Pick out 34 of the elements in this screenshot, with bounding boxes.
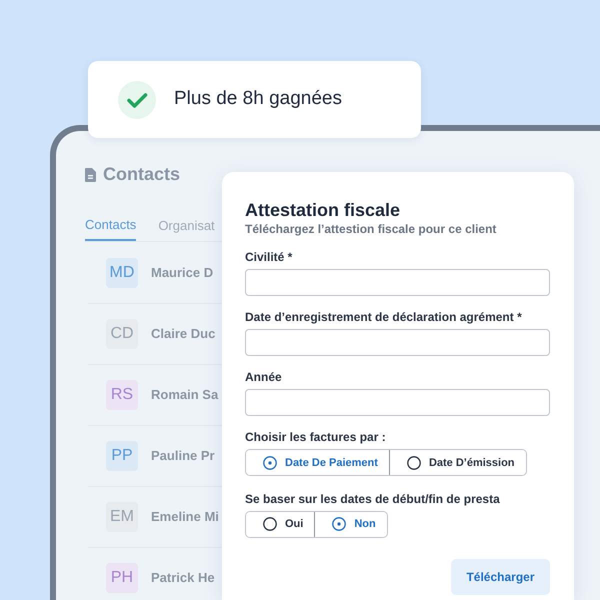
radio-icon bbox=[332, 517, 346, 531]
group-label: Se baser sur les dates de début/fin de presta bbox=[245, 492, 501, 506]
contact-name: Maurice D bbox=[151, 264, 214, 282]
radio-option[interactable]: Date D’émission bbox=[388, 450, 526, 475]
group-label: Choisir les factures par : bbox=[245, 430, 387, 444]
avatar: CD bbox=[106, 318, 138, 348]
radio-icon bbox=[406, 456, 421, 470]
modal-title: Attestation fiscale bbox=[245, 199, 402, 221]
radio-option[interactable]: Non bbox=[314, 512, 387, 536]
input-field[interactable] bbox=[245, 269, 550, 296]
field-label: Année bbox=[245, 370, 283, 384]
modal-subtitle: Téléchargez l’attestion fiscale pour ce client bbox=[245, 222, 498, 236]
contact-name: Patrick He bbox=[151, 568, 215, 587]
avatar: EM bbox=[106, 502, 138, 532]
avatar: RS bbox=[106, 380, 138, 410]
document-icon bbox=[85, 168, 97, 182]
contact-name: Emeline Mi bbox=[151, 508, 219, 526]
input-field[interactable] bbox=[245, 329, 550, 356]
download-button[interactable]: Télécharger bbox=[451, 559, 550, 595]
radio-icon bbox=[263, 517, 277, 531]
tab[interactable]: Contacts bbox=[85, 214, 136, 240]
avatar: MD bbox=[106, 258, 138, 288]
avatar: PP bbox=[106, 440, 138, 470]
contact-name: Claire Duc bbox=[151, 324, 216, 343]
field-label: Date d’enregistrement de déclaration agrément * bbox=[245, 310, 523, 324]
radio-icon bbox=[263, 456, 277, 470]
check-icon bbox=[118, 80, 156, 118]
input-field[interactable] bbox=[245, 389, 550, 416]
field-label: Civilité * bbox=[245, 250, 294, 264]
contact-name: Pauline Pr bbox=[151, 446, 215, 465]
contact-name: Romain Sa bbox=[151, 386, 218, 404]
page-title: Contacts bbox=[103, 163, 180, 186]
avatar: PH bbox=[106, 562, 138, 592]
toast-message: Plus de 8h gagnées bbox=[174, 87, 342, 112]
